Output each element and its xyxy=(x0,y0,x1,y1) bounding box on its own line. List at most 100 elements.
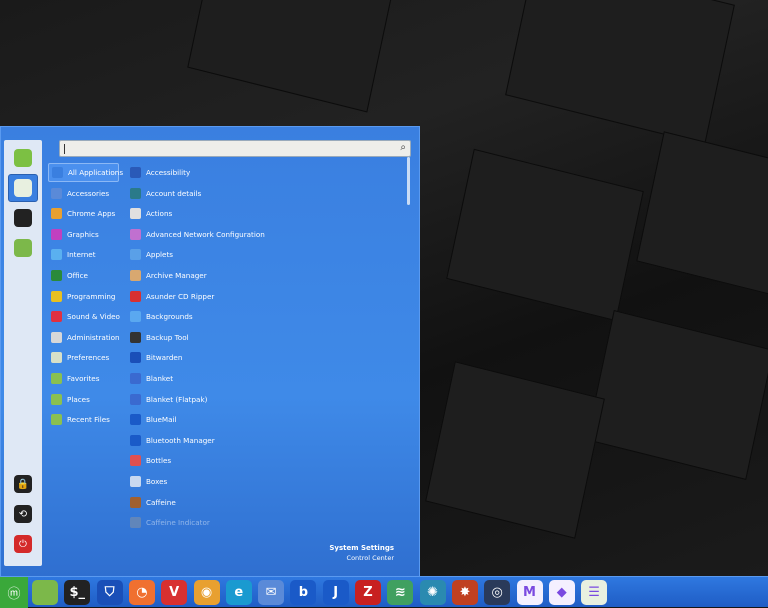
taskbar-mail-icon[interactable]: ✉ xyxy=(258,580,285,605)
search-icon: ⌕ xyxy=(400,142,406,153)
cat-item[interactable]: Internet xyxy=(48,245,119,264)
taskbar-bluemail-icon[interactable]: b xyxy=(290,580,317,605)
taskbar-layers-icon[interactable]: ≋ xyxy=(387,580,414,605)
office-icon xyxy=(51,270,62,281)
sidebar-system-settings-button[interactable] xyxy=(8,174,38,202)
app-item[interactable]: Backup Tool xyxy=(127,328,189,347)
taskbar-darktable-icon[interactable]: ✸ xyxy=(451,580,478,605)
taskbar-proton-pass-icon[interactable]: ◆ xyxy=(548,580,575,605)
bitwarden-icon xyxy=(130,352,141,364)
app-item[interactable]: Bluetooth Manager xyxy=(127,431,215,450)
taskbar-edge-icon[interactable]: e xyxy=(225,580,252,605)
taskbar-vivaldi-icon[interactable]: V xyxy=(161,580,188,605)
sidebar-web-browser-button[interactable] xyxy=(8,144,38,172)
internet-icon xyxy=(51,249,62,261)
taskbar-joplin-icon[interactable]: J xyxy=(322,580,349,605)
taskbar-camera-icon[interactable]: ◎ xyxy=(484,580,511,605)
app-label: Backup Tool xyxy=(146,332,189,342)
cat-item[interactable]: Office xyxy=(48,266,119,285)
app-item[interactable]: Blanket xyxy=(127,369,173,388)
cat-item[interactable]: Places xyxy=(48,390,119,409)
app-list-scrollbar[interactable] xyxy=(407,157,410,205)
app-label: Account details xyxy=(146,188,202,198)
taskbar-terminal-icon[interactable]: $_ xyxy=(64,580,91,605)
system-settings-icon xyxy=(14,179,32,197)
app-item[interactable]: Advanced Network Configuration xyxy=(127,225,265,244)
app-item[interactable]: Asunder CD Ripper xyxy=(127,287,214,306)
shutdown-icon: ⏻ xyxy=(14,535,32,553)
cat-item[interactable]: Programming xyxy=(48,287,119,306)
selected-app-name: System Settings xyxy=(329,544,394,552)
taskbar-zotero-icon[interactable]: Z xyxy=(355,580,381,605)
web-browser-icon xyxy=(14,149,32,167)
app-item[interactable]: Caffeine xyxy=(127,493,176,512)
boxes-icon xyxy=(130,476,141,487)
app-item[interactable]: Actions xyxy=(127,204,172,223)
app-label: Bitwarden xyxy=(146,353,183,363)
caffeine-indicator-icon xyxy=(130,517,141,529)
app-label: Caffeine xyxy=(146,497,176,507)
sidebar-files-button[interactable] xyxy=(8,234,38,262)
cat-item[interactable]: Preferences xyxy=(48,348,119,367)
account-details-icon xyxy=(130,187,141,199)
cat-label: Accessories xyxy=(67,188,110,198)
application-menu: 🔒 ⟲ ⏻ ⌕ System Settings Control Center All… xyxy=(0,126,420,576)
sidebar-terminal-button[interactable] xyxy=(8,204,38,232)
app-label: Boxes xyxy=(146,477,168,486)
search-input[interactable]: ⌕ xyxy=(59,140,411,157)
app-label: Accessibility xyxy=(146,168,191,177)
cat-label: Places xyxy=(67,394,90,404)
linux-mint-logo-icon[interactable]: ⓜ xyxy=(0,577,28,608)
logout-button[interactable]: ⟲ xyxy=(8,500,38,528)
cat-label: Chrome Apps xyxy=(67,209,116,219)
recent-files-icon xyxy=(51,414,62,426)
cat-item[interactable]: Sound & Video xyxy=(48,307,120,326)
taskbar-shutter-icon[interactable]: ✺ xyxy=(419,580,446,605)
cat-item[interactable]: Recent Files xyxy=(48,410,119,429)
app-item[interactable]: Applets xyxy=(127,245,173,264)
app-item[interactable]: BlueMail xyxy=(127,410,177,429)
app-item[interactable]: Bitwarden xyxy=(127,348,182,367)
taskbar-files-icon[interactable] xyxy=(32,580,58,605)
app-item[interactable]: Boxes xyxy=(127,472,167,491)
app-item[interactable]: Accessibility xyxy=(127,163,190,182)
cat-label: Sound & Video xyxy=(67,312,120,322)
app-item[interactable]: Caffeine Indicator xyxy=(127,513,210,532)
cat-item[interactable]: Graphics xyxy=(48,225,119,244)
app-label: Backgrounds xyxy=(146,312,193,322)
cat-label: Graphics xyxy=(67,229,99,239)
administration-icon xyxy=(51,331,62,343)
cat-item[interactable]: Chrome Apps xyxy=(48,204,119,223)
app-label: Archive Manager xyxy=(146,271,207,280)
taskbar-bitwarden-icon[interactable]: ⛉ xyxy=(96,580,123,605)
accessibility-icon xyxy=(130,167,141,178)
app-item[interactable]: Account details xyxy=(127,184,201,203)
cat-item[interactable]: All Applications xyxy=(48,163,123,182)
preferences-icon xyxy=(51,352,62,364)
lock-screen-icon: 🔒 xyxy=(14,475,32,493)
cat-item[interactable]: Administration xyxy=(48,328,120,347)
app-label: Advanced Network Configuration xyxy=(146,229,265,239)
terminal-icon xyxy=(14,209,32,227)
app-label: Blanket (Flatpak) xyxy=(146,394,208,404)
taskbar-chrome-icon[interactable]: ◉ xyxy=(193,580,220,605)
taskbar-firefox-icon[interactable]: ◔ xyxy=(128,580,155,605)
app-item[interactable]: Blanket (Flatpak) xyxy=(127,390,207,409)
app-item[interactable]: Backgrounds xyxy=(127,307,193,326)
programming-icon xyxy=(51,290,62,302)
favorites-icon xyxy=(51,373,62,384)
app-item[interactable]: Bottles xyxy=(127,451,171,470)
taskbar-system-settings-icon[interactable]: ☰ xyxy=(581,580,608,605)
advanced-network-configuration-icon xyxy=(130,228,141,240)
app-item[interactable]: Archive Manager xyxy=(127,266,207,285)
lock-screen-button[interactable]: 🔒 xyxy=(8,470,38,498)
backup-tool-icon xyxy=(130,331,141,343)
shutdown-button[interactable]: ⏻ xyxy=(8,530,38,558)
cat-item[interactable]: Favorites xyxy=(48,369,119,388)
cat-label: Office xyxy=(67,271,88,280)
graphics-icon xyxy=(51,228,62,240)
taskbar-proton-mail-icon[interactable]: M xyxy=(516,580,543,605)
app-label: Applets xyxy=(146,250,174,260)
sound-video-icon xyxy=(51,311,62,323)
cat-item[interactable]: Accessories xyxy=(48,184,119,203)
